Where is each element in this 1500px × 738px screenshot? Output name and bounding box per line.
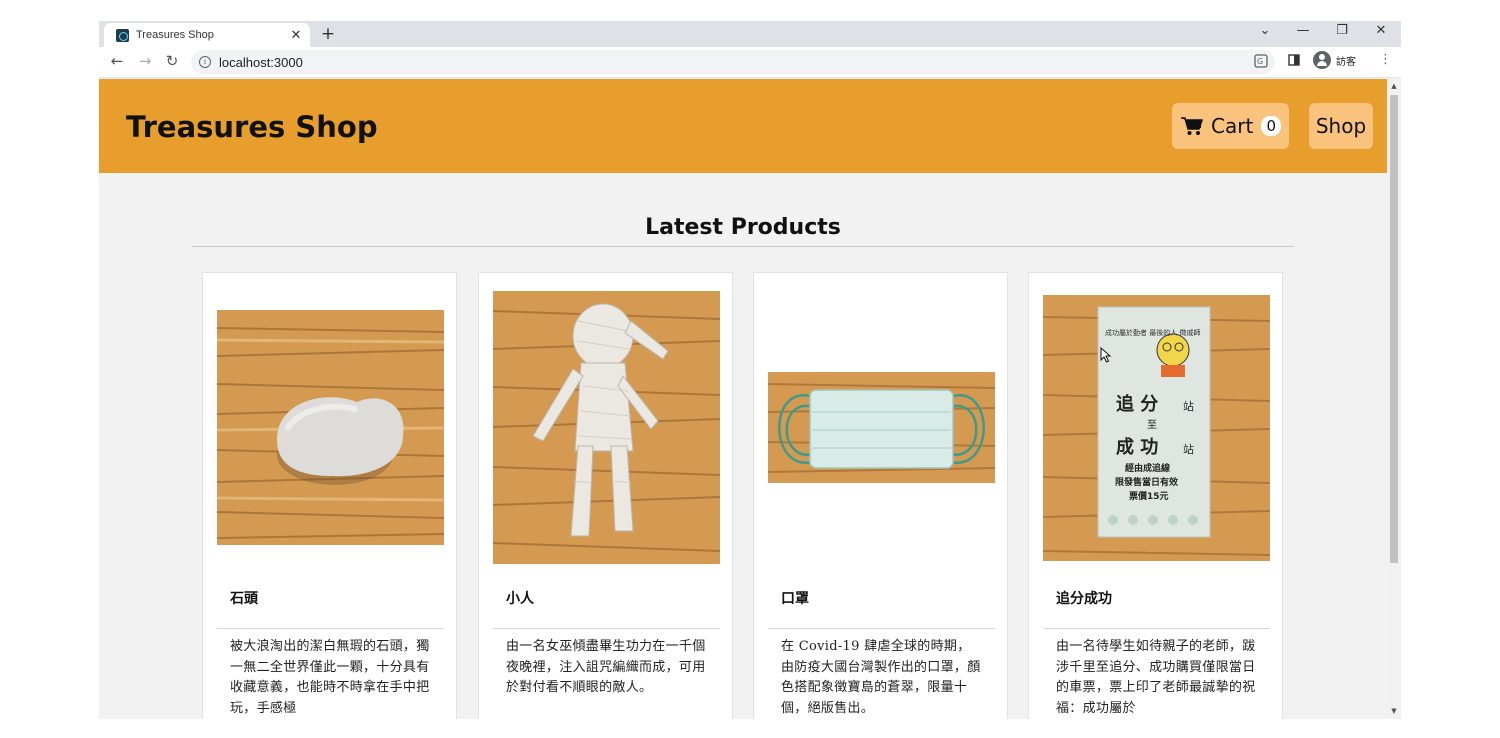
tab-search-icon[interactable]: ⌄ [1255,23,1275,38]
cart-label: Cart [1211,114,1254,138]
product-name[interactable]: 石頭 [230,588,258,608]
product-card[interactable]: 口罩 在 Covid-19 肆虐全球的時期，由防疫大國台灣製作出的口罩，顏色搭配… [753,272,1008,719]
product-card[interactable]: 石頭 被大浪淘出的潔白無瑕的石頭，獨一無二全世界僅此一顆，十分具有收藏意義，也能… [202,272,457,719]
svg-text:追 分: 追 分 [1116,393,1158,415]
new-tab-button[interactable]: + [318,24,338,44]
tab-title: Treasures Shop [136,29,214,41]
tab-strip: Treasures Shop ✕ + ⌄ — ❐ ✕ [99,21,1401,47]
browser-toolbar: ← → ↻ i localhost:3000 G 訪客 ⋮ [99,47,1401,78]
cart-count-badge: 0 [1261,116,1282,136]
svg-text:成功屬於勤者 最後的人 徵戚師: 成功屬於勤者 最後的人 徵戚師 [1105,328,1200,337]
avatar-icon [1313,51,1331,69]
product-name[interactable]: 小人 [506,588,534,608]
divider [768,628,995,629]
divider [217,628,444,629]
section-title: Latest Products [645,215,841,240]
page-viewport: Treasures Shop Cart 0 Shop Latest Produc… [99,79,1387,719]
svg-text:成 功: 成 功 [1116,436,1158,458]
product-card[interactable]: 成功屬於勤者 最後的人 徵戚師 追 分 站 至 成 功 站 經由成追線 限發售當… [1028,272,1283,719]
back-icon[interactable]: ← [107,52,127,70]
svg-text:G: G [1257,57,1263,66]
product-description: 被大浪淘出的潔白無瑕的石頭，獨一無二全世界僅此一顆，十分具有收藏意義，也能時不時… [230,639,430,716]
site-brand[interactable]: Treasures Shop [126,110,378,144]
profile-label: 訪客 [1336,56,1356,68]
product-image[interactable] [493,291,720,564]
site-header: Treasures Shop Cart 0 Shop [99,79,1387,173]
restore-button[interactable]: ❐ [1332,23,1352,38]
svg-text:站: 站 [1183,399,1194,413]
product-image[interactable]: 成功屬於勤者 最後的人 徵戚師 追 分 站 至 成 功 站 經由成追線 限發售當… [1043,295,1270,561]
product-card[interactable]: 小人 由一名女巫傾盡畢生功力在一千個夜晚裡，注入詛咒編織而成，可用於對付看不順眼… [478,272,733,719]
profile-button[interactable]: 訪客 [1313,51,1356,69]
svg-text:至: 至 [1147,419,1157,431]
vertical-scrollbar[interactable]: ▲ ▼ [1387,79,1401,719]
menu-kebab-icon[interactable]: ⋮ [1379,52,1392,67]
product-name[interactable]: 追分成功 [1056,588,1112,608]
product-image[interactable] [217,310,444,545]
cart-button[interactable]: Cart 0 [1172,103,1289,149]
product-description: 由一名待學生如待親子的老師，跋涉千里至追分、成功購買僅限當日的車票，票上印了老師… [1056,639,1256,716]
product-description: 由一名女巫傾盡畢生功力在一千個夜晚裡，注入詛咒編織而成，可用於對付看不順眼的敵人… [506,639,706,695]
side-panel-icon[interactable] [1288,54,1300,69]
forward-icon[interactable]: → [135,52,155,70]
svg-text:票價15元: 票價15元 [1129,490,1169,502]
reload-icon[interactable]: ↻ [162,52,182,70]
browser-tab[interactable]: Treasures Shop ✕ [104,23,310,47]
svg-text:限發售當日有效: 限發售當日有效 [1115,476,1179,488]
site-info-icon[interactable]: i [199,56,211,68]
svg-text:站: 站 [1183,442,1194,456]
shop-button[interactable]: Shop [1309,103,1373,149]
mouse-cursor-icon [1100,347,1112,363]
product-image[interactable] [768,372,995,483]
divider [493,628,720,629]
scroll-up-arrow-icon[interactable]: ▲ [1387,82,1401,90]
scrollbar-thumb[interactable] [1390,95,1398,563]
divider [192,246,1294,247]
url-text: localhost:3000 [219,54,303,70]
translate-icon[interactable]: G [1254,54,1268,71]
address-bar[interactable]: i localhost:3000 [191,50,1275,74]
shopping-cart-icon [1181,116,1203,136]
minimize-button[interactable]: — [1293,23,1313,38]
close-tab-icon[interactable]: ✕ [286,28,306,43]
product-name[interactable]: 口罩 [781,588,809,608]
divider [1043,628,1270,629]
browser-window: Treasures Shop ✕ + ⌄ — ❐ ✕ ← → ↻ i local… [99,21,1401,719]
product-description: 在 Covid-19 肆虐全球的時期，由防疫大國台灣製作出的口罩，顏色搭配象徵寶… [781,639,981,716]
svg-text:經由成追線: 經由成追線 [1125,462,1170,474]
scroll-down-arrow-icon[interactable]: ▼ [1387,707,1401,715]
react-favicon-icon [116,28,129,42]
close-window-button[interactable]: ✕ [1371,23,1391,38]
